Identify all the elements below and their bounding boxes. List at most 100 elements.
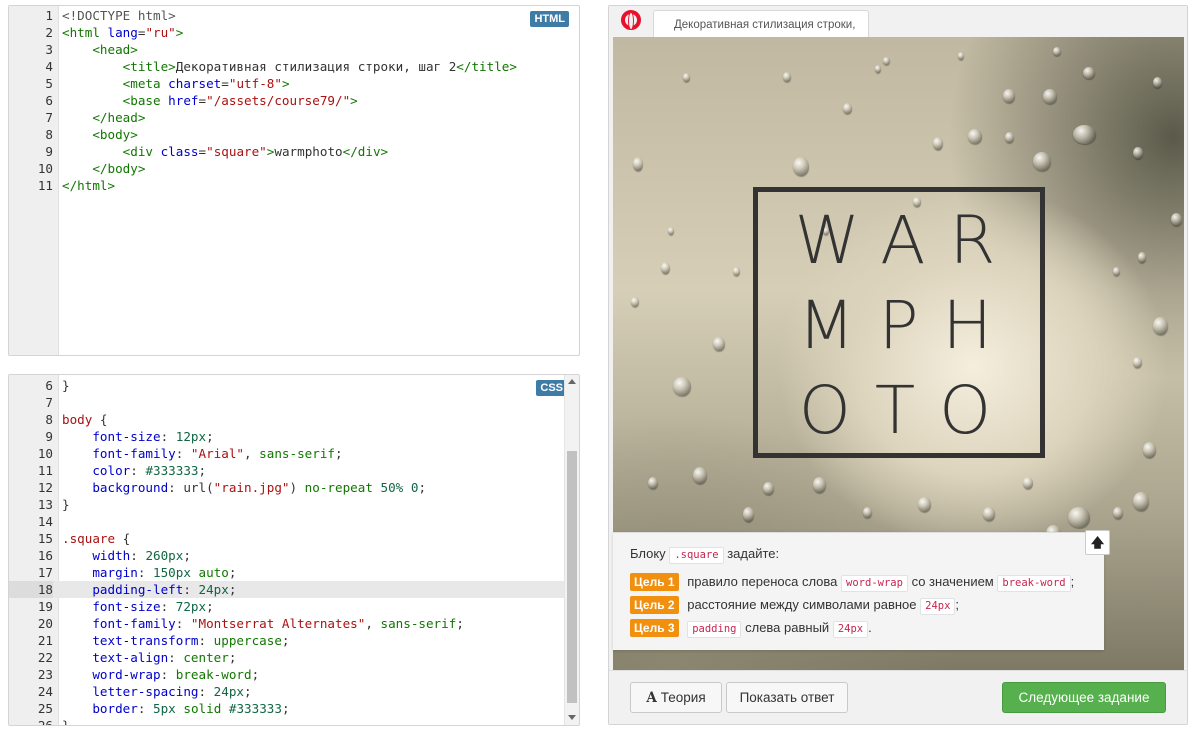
code-text[interactable]: font-size: 72px; [62, 598, 213, 615]
code-line[interactable]: 6} [9, 377, 579, 394]
code-text[interactable]: <meta charset="utf-8"> [62, 75, 290, 92]
code-line[interactable]: 7 [9, 394, 579, 411]
code-line[interactable]: 12 background: url("rain.jpg") no-repeat… [9, 479, 579, 496]
code-line[interactable]: 16 width: 260px; [9, 547, 579, 564]
code-text[interactable]: <base href="/assets/course79/"> [62, 92, 358, 109]
line-number: 2 [45, 25, 53, 40]
goal-text: ; [955, 597, 960, 612]
code-text[interactable]: } [62, 377, 70, 394]
code-line[interactable]: 14 [9, 513, 579, 530]
line-number: 9 [45, 429, 53, 444]
code-lines[interactable]: 6} 7 8 body {9 font-size: 12px; 10 font-fami… [9, 377, 579, 725]
code-text[interactable]: color: #333333; [62, 462, 206, 479]
rain-drop [743, 507, 754, 522]
code-text[interactable]: word-wrap: break-word; [62, 666, 259, 683]
code-text[interactable]: font-family: "Montserrat Alternates", sa… [62, 615, 464, 632]
html-badge: HTML [530, 11, 569, 27]
rain-drop [1003, 89, 1015, 103]
line-number: 11 [37, 178, 53, 193]
browser-tab[interactable]: Декоративная стилизация строки, [653, 10, 869, 38]
code-text[interactable]: <!DOCTYPE html> [62, 7, 176, 24]
code-text[interactable]: <html lang="ru"> [62, 24, 183, 41]
code-line[interactable]: 2 <html lang="ru"> [9, 24, 579, 41]
code-line[interactable]: 11 color: #333333; [9, 462, 579, 479]
line-number: 16 [37, 548, 53, 563]
code-line[interactable]: 13} [9, 496, 579, 513]
code-text[interactable]: padding-left: 24px; [62, 581, 236, 598]
code-line[interactable]: 23 word-wrap: break-word; [9, 666, 579, 683]
code-line[interactable]: 9 <div class="square">warmphoto</div> [9, 143, 579, 160]
goal-text: ; [1070, 574, 1075, 589]
code-text[interactable]: background: url("rain.jpg") no-repeat 50… [62, 479, 426, 496]
code-text[interactable]: } [62, 496, 70, 513]
scroll-down-arrow-icon[interactable] [568, 715, 576, 720]
code-line[interactable]: 22 text-align: center; [9, 649, 579, 666]
code-text[interactable]: font-family: "Arial", sans-serif; [62, 445, 342, 462]
rain-drop [883, 57, 890, 65]
code-text[interactable]: <body> [62, 126, 138, 143]
rain-drop [1133, 147, 1143, 159]
code-line[interactable]: 6 <base href="/assets/course79/"> [9, 92, 579, 109]
code-text[interactable]: width: 260px; [62, 547, 191, 564]
line-number: 3 [45, 42, 53, 57]
code-text[interactable]: text-transform: uppercase; [62, 632, 289, 649]
code-line[interactable]: 8 body { [9, 411, 579, 428]
code-line[interactable]: 25 border: 5px solid #333333; [9, 700, 579, 717]
code-text[interactable]: </html> [62, 177, 115, 194]
code-line[interactable]: 4 <title>Декоративная стилизация строки,… [9, 58, 579, 75]
code-text[interactable]: .square { [62, 530, 130, 547]
code-line[interactable]: 7 </head> [9, 109, 579, 126]
rain-drop [875, 65, 881, 73]
code-line[interactable]: 10 </body> [9, 160, 579, 177]
code-line[interactable]: 17 margin: 150px auto; [9, 564, 579, 581]
code-line[interactable]: 9 font-size: 12px; [9, 428, 579, 445]
code-text[interactable]: </head> [62, 109, 145, 126]
code-text[interactable]: margin: 150px auto; [62, 564, 236, 581]
code-line[interactable]: 21 text-transform: uppercase; [9, 632, 579, 649]
next-task-button[interactable]: Следующее задание [1002, 682, 1166, 713]
code-line[interactable]: 8 <body> [9, 126, 579, 143]
rain-drop [1023, 477, 1033, 489]
code-text[interactable]: letter-spacing: 24px; [62, 683, 251, 700]
scroll-up-arrow-icon[interactable] [568, 379, 576, 384]
code-line[interactable]: 5 <meta charset="utf-8"> [9, 75, 579, 92]
show-answer-button[interactable]: Показать ответ [726, 682, 848, 713]
editor-scrollbar[interactable] [564, 375, 579, 725]
code-text[interactable]: border: 5px solid #333333; [62, 700, 289, 717]
code-text[interactable]: } [62, 717, 70, 725]
goal-badge: Цель 2 [630, 596, 679, 614]
code-line[interactable]: 20 font-family: "Montserrat Alternates",… [9, 615, 579, 632]
code-line[interactable]: 18 padding-left: 24px; [9, 581, 579, 598]
scroll-thumb[interactable] [567, 451, 577, 703]
browser-bar: Декоративная стилизация строки, [609, 6, 1187, 38]
code-text[interactable]: <div class="square">warmphoto</div> [62, 143, 388, 160]
code-text[interactable]: body { [62, 411, 108, 428]
code-line[interactable]: 24 letter-spacing: 24px; [9, 683, 579, 700]
line-number: 10 [37, 161, 53, 176]
code-text[interactable]: <title>Декоративная стилизация строки, ш… [62, 58, 517, 75]
line-number: 8 [45, 127, 53, 142]
square-text-line-2: MPH [797, 287, 1017, 364]
line-number: 6 [45, 378, 53, 393]
code-text[interactable]: </body> [62, 160, 145, 177]
code-text[interactable]: font-size: 12px; [62, 428, 213, 445]
square-text-line-1: WAR [794, 202, 1020, 279]
opera-browser-icon [621, 10, 641, 30]
code-line[interactable]: 1 <!DOCTYPE html> [9, 7, 579, 24]
rain-drop [843, 103, 852, 114]
code-line[interactable]: 19 font-size: 72px; [9, 598, 579, 615]
code-line[interactable]: 10 font-family: "Arial", sans-serif; [9, 445, 579, 462]
code-line[interactable]: 15 .square { [9, 530, 579, 547]
css-editor[interactable]: 6} 7 8 body {9 font-size: 12px; 10 font-fami… [8, 374, 580, 726]
rain-drop [693, 467, 707, 484]
code-line[interactable]: 3 <head> [9, 41, 579, 58]
code-line[interactable]: 11 </html> [9, 177, 579, 194]
theory-button[interactable]: A Теория [630, 682, 722, 713]
html-editor[interactable]: 1 <!DOCTYPE html> 2 <html lang="ru"> 3 <head… [8, 5, 580, 356]
code-text[interactable]: text-align: center; [62, 649, 236, 666]
code-lines[interactable]: 1 <!DOCTYPE html> 2 <html lang="ru"> 3 <head… [9, 7, 579, 194]
rain-drop [813, 477, 826, 493]
collapse-task-button[interactable]: 🡅 [1085, 530, 1110, 555]
code-line[interactable]: 26} [9, 717, 579, 725]
code-text[interactable]: <head> [62, 41, 138, 58]
